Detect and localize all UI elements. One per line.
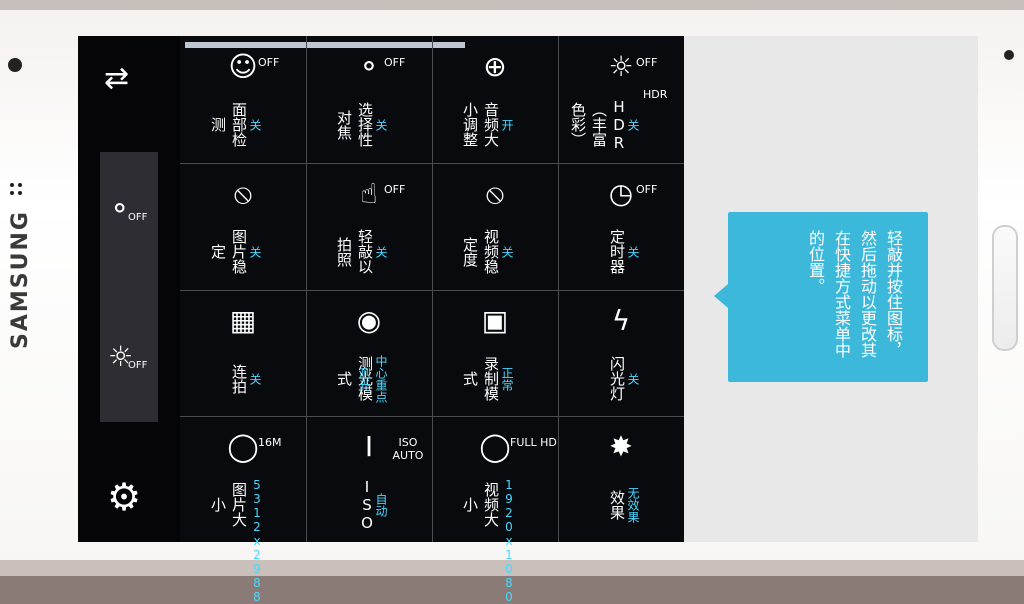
volume-key-icon: ⊕	[483, 50, 507, 83]
setting-value: 关	[626, 372, 640, 385]
setting-value: 开	[500, 118, 514, 131]
front-camera-hole	[8, 58, 22, 72]
help-tooltip: 轻敲并按住图标，然后拖动以更改其在快捷方式菜单中的位置。	[714, 212, 928, 382]
setting-value: 无效果	[626, 486, 640, 523]
setting-cell-1-3[interactable]: ◷ OFF 定时器关	[558, 163, 684, 290]
video-stabilization-icon: ⦸	[485, 177, 505, 210]
setting-cell-0-2[interactable]: ⊕ 音频大小调整开	[432, 36, 558, 163]
setting-value: 关	[374, 245, 388, 258]
gear-icon[interactable]: ⚙	[107, 476, 149, 518]
effects-icon: ✸	[609, 430, 633, 463]
tooltip-text: 轻敲并按住图标，然后拖动以更改其在快捷方式菜单中的位置。	[806, 230, 903, 358]
setting-badge: 16M	[258, 436, 282, 449]
setting-badge: OFF	[384, 183, 406, 196]
setting-value: 关	[626, 245, 640, 258]
camera-switch-icon[interactable]: ⇄	[104, 54, 154, 110]
setting-value: 中心重点测光	[357, 354, 388, 403]
setting-value: 关	[248, 372, 262, 385]
setting-value: 5312x2988	[250, 478, 264, 604]
sensor-dots	[10, 183, 30, 203]
setting-cell-3-2[interactable]: ◯ FULL HD 视频大小 1920x1080	[432, 416, 558, 604]
setting-cell-0-1[interactable]: ⚬ OFF 选择性对焦关	[306, 36, 432, 163]
setting-value: 关	[626, 118, 640, 131]
setting-cell-0-3[interactable]: ☼ OFF HDR HDR（丰富色彩）关	[558, 36, 684, 163]
selective-focus-off-badge: OFF	[128, 212, 148, 223]
setting-value: 正常	[500, 366, 514, 391]
setting-cell-3-0[interactable]: ◯ 16M 图片大小 5312x2988	[180, 416, 306, 604]
recording-mode-icon: ▣	[481, 304, 509, 337]
brand-logo: SAMSUNG	[8, 210, 33, 349]
setting-cell-0-0[interactable]: ☺ OFF 面部检测关	[180, 36, 306, 163]
setting-badge: OFF	[636, 56, 658, 69]
hdr-text: HDR	[643, 88, 668, 101]
metering-icon: ◉	[356, 304, 382, 337]
exposure-off-badge: OFF	[128, 360, 148, 371]
sensor-hole	[1004, 50, 1014, 60]
setting-value: 1920x1080	[502, 478, 516, 604]
setting-cell-2-2[interactable]: ▣ 录制模式 正常	[432, 290, 558, 417]
setting-cell-2-1[interactable]: ◉ 测光模式 中心重点测光	[306, 290, 432, 417]
setting-cell-2-3[interactable]: ϟ 闪光灯关	[558, 290, 684, 417]
image-stabilization-icon: ⦸	[233, 177, 253, 210]
setting-badge: OFF	[258, 56, 280, 69]
setting-value: 自动	[374, 492, 388, 517]
burst-shots-icon: ▦	[229, 304, 257, 337]
selective-focus-shortcut-icon[interactable]: ⚬ OFF	[108, 182, 148, 242]
setting-cell-2-0[interactable]: ▦ 连拍关	[180, 290, 306, 417]
setting-cell-1-1[interactable]: ☝ OFF 轻敲以拍照关	[306, 163, 432, 290]
setting-cell-3-3[interactable]: ✸ 效果 无效果	[558, 416, 684, 543]
setting-cell-1-2[interactable]: ⦸ 视频稳定度关	[432, 163, 558, 290]
setting-value: 关	[248, 245, 262, 258]
setting-badge: OFF	[384, 56, 406, 69]
setting-value: 关	[374, 118, 388, 131]
setting-value: 关	[248, 118, 262, 131]
flash-icon: ϟ	[611, 304, 631, 337]
setting-cell-3-1[interactable]: I ISO AUTO ISO 自动	[306, 416, 432, 543]
setting-badge: OFF	[636, 183, 658, 196]
setting-badge: FULL HD	[510, 436, 557, 449]
exposure-shortcut-icon[interactable]: ☼ OFF	[108, 330, 148, 390]
bezel-top	[0, 0, 1024, 10]
setting-value: 关	[500, 245, 514, 258]
home-button[interactable]	[992, 225, 1018, 351]
setting-cell-1-0[interactable]: ⦸ 图片稳定关	[180, 163, 306, 290]
setting-badge: ISO AUTO	[392, 436, 424, 462]
